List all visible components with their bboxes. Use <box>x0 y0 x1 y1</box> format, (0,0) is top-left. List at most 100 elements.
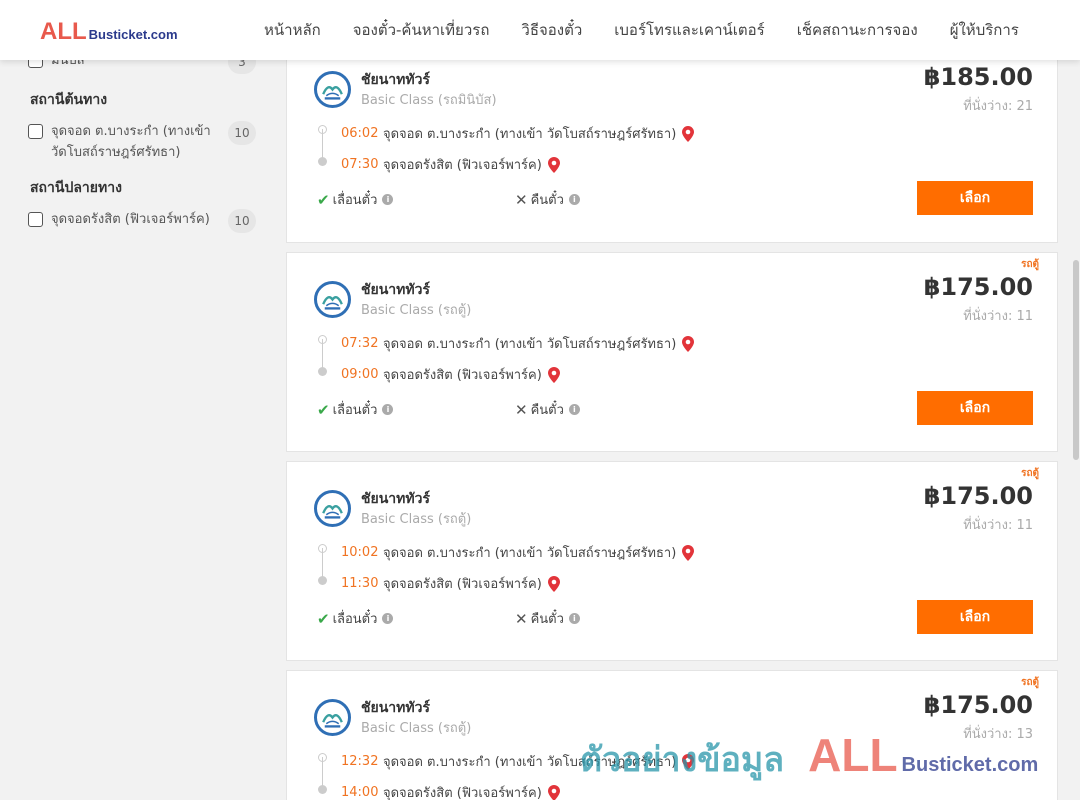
select-trip-button[interactable]: เลือก <box>917 391 1033 425</box>
count-badge: 10 <box>228 209 256 233</box>
map-pin-icon[interactable] <box>547 784 560 800</box>
select-trip-button[interactable]: เลือก <box>917 600 1033 634</box>
bus-class: Basic Class (รถตู้) <box>361 512 472 527</box>
filter-dest-item[interactable]: จุดจอดรังสิต (ฟิวเจอร์พาร์ค) 10 <box>28 209 256 233</box>
operator-name: ชัยนาททัวร์ <box>361 491 430 507</box>
seats-available: ที่นั่งว่าง: 13 <box>963 727 1033 742</box>
filter-checkbox[interactable] <box>28 212 43 227</box>
arrival-dot <box>318 785 327 794</box>
map-pin-icon[interactable] <box>682 125 695 142</box>
arrival-dot <box>318 157 327 166</box>
arrival-time: 09:00 <box>341 367 379 382</box>
arrival-dot <box>318 367 327 376</box>
nav-operators[interactable]: ผู้ให้บริการ <box>934 18 1035 42</box>
trip-price: ฿175.00 <box>923 691 1033 719</box>
refund-label: คืนตั๋ว <box>530 612 564 627</box>
trip-card: รถตู้ ชัยนาททัวร์ Basic Class (รถตู้) ฿1… <box>286 461 1058 661</box>
filter-origin-item[interactable]: จุดจอด ต.บางระกำ (ทางเข้า วัดโบสถ์ราษฎร์… <box>28 121 256 163</box>
trip-price: ฿185.00 <box>923 63 1033 91</box>
reschedule-policy: ✔ เลื่อนตั๋ว i <box>317 189 394 210</box>
site-logo[interactable]: ALL Busticket.com <box>40 18 178 46</box>
bus-class: Basic Class (รถตู้) <box>361 303 472 318</box>
departure-stop: 06:02 จุดจอด ต.บางระกำ (ทางเข้า วัดโบสถ์… <box>341 123 695 144</box>
trip-price: ฿175.00 <box>923 482 1033 510</box>
departure-time: 10:02 <box>341 545 379 560</box>
reschedule-label: เลื่อนตั๋ว <box>332 612 378 627</box>
logo-busticket-text: Busticket.com <box>88 27 178 42</box>
page-scrollbar[interactable] <box>1072 60 1080 800</box>
departure-stop: 10:02 จุดจอด ต.บางระกำ (ทางเข้า วัดโบสถ์… <box>341 542 695 563</box>
nav-book-search[interactable]: จองตั๋ว-ค้นหาเที่ยวรถ <box>337 18 506 42</box>
filter-label: จุดจอด ต.บางระกำ (ทางเข้า วัดโบสถ์ราษฎร์… <box>51 124 211 160</box>
operator-name: ชัยนาททัวร์ <box>361 700 430 716</box>
refund-policy: ✕ คืนตั๋ว i <box>515 189 580 210</box>
arrival-place: จุดจอดรังสิต (ฟิวเจอร์พาร์ค) <box>383 368 542 383</box>
select-trip-button[interactable]: เลือก <box>917 181 1033 215</box>
refund-label: คืนตั๋ว <box>530 193 564 208</box>
map-pin-icon[interactable] <box>682 544 695 561</box>
top-header: ALL Busticket.com หน้าหลัก จองตั๋ว-ค้นหา… <box>0 0 1080 60</box>
departure-stop: 07:32 จุดจอด ต.บางระกำ (ทางเข้า วัดโบสถ์… <box>341 333 695 354</box>
filter-label: จุดจอดรังสิต (ฟิวเจอร์พาร์ค) <box>51 212 210 227</box>
reschedule-label: เลื่อนตั๋ว <box>332 193 378 208</box>
bus-class: Basic Class (รถตู้) <box>361 721 472 736</box>
seats-available: ที่นั่งว่าง: 21 <box>963 99 1033 114</box>
arrival-place: จุดจอดรังสิต (ฟิวเจอร์พาร์ค) <box>383 786 542 800</box>
operator-logo <box>314 281 351 318</box>
main-nav: หน้าหลัก จองตั๋ว-ค้นหาเที่ยวรถ วิธีจองตั… <box>248 0 1035 60</box>
refund-label: คืนตั๋ว <box>530 403 564 418</box>
check-icon: ✔ <box>317 400 330 419</box>
refund-policy: ✕ คืนตั๋ว i <box>515 399 580 420</box>
map-pin-icon[interactable] <box>547 366 560 383</box>
check-icon: ✔ <box>317 190 330 209</box>
filter-checkbox[interactable] <box>28 124 43 139</box>
departure-place: จุดจอด ต.บางระกำ (ทางเข้า วัดโบสถ์ราษฎร์… <box>383 337 677 352</box>
departure-place: จุดจอด ต.บางระกำ (ทางเข้า วัดโบสถ์ราษฎร์… <box>383 755 677 770</box>
departure-time: 06:02 <box>341 126 379 141</box>
arrival-dot <box>318 576 327 585</box>
scrollbar-thumb[interactable] <box>1073 260 1079 460</box>
info-icon[interactable]: i <box>568 613 580 624</box>
info-icon[interactable]: i <box>382 404 394 415</box>
arrival-stop: 07:30 จุดจอดรังสิต (ฟิวเจอร์พาร์ค) <box>341 154 560 175</box>
nav-home[interactable]: หน้าหลัก <box>248 18 337 42</box>
departure-time: 12:32 <box>341 754 379 769</box>
refund-policy: ✕ คืนตั๋ว i <box>515 608 580 629</box>
arrival-place: จุดจอดรังสิต (ฟิวเจอร์พาร์ค) <box>383 577 542 592</box>
info-icon[interactable]: i <box>382 194 394 205</box>
info-icon[interactable]: i <box>568 194 580 205</box>
arrival-stop: 09:00 จุดจอดรังสิต (ฟิวเจอร์พาร์ค) <box>341 364 560 385</box>
departure-place: จุดจอด ต.บางระกำ (ทางเข้า วัดโบสถ์ราษฎร์… <box>383 127 677 142</box>
arrival-place: จุดจอดรังสิต (ฟิวเจอร์พาร์ค) <box>383 158 542 173</box>
reschedule-policy: ✔ เลื่อนตั๋ว i <box>317 399 394 420</box>
departure-time: 07:32 <box>341 336 379 351</box>
map-pin-icon[interactable] <box>547 156 560 173</box>
map-pin-icon[interactable] <box>682 753 695 770</box>
filter-sidebar: มินิบัส 3 สถานีต้นทาง จุดจอด ต.บางระกำ (… <box>28 44 256 240</box>
origin-filter-title: สถานีต้นทาง <box>30 92 108 108</box>
arrival-time: 07:30 <box>341 157 379 172</box>
arrival-time: 14:00 <box>341 785 379 800</box>
info-icon[interactable]: i <box>382 613 394 624</box>
dest-filter-title: สถานีปลายทาง <box>30 180 122 196</box>
trip-card: ชัยนาททัวร์ Basic Class (รถมินิบัส) ฿185… <box>286 50 1058 243</box>
info-icon[interactable]: i <box>568 404 580 415</box>
count-badge: 10 <box>228 121 256 145</box>
cross-icon: ✕ <box>515 190 528 209</box>
map-pin-icon[interactable] <box>547 575 560 592</box>
nav-contact-counters[interactable]: เบอร์โทรและเคาน์เตอร์ <box>598 18 780 42</box>
trip-price: ฿175.00 <box>923 273 1033 301</box>
map-pin-icon[interactable] <box>682 335 695 352</box>
cross-icon: ✕ <box>515 609 528 628</box>
arrival-stop: 11:30 จุดจอดรังสิต (ฟิวเจอร์พาร์ค) <box>341 573 560 594</box>
trip-card: รถตู้ ชัยนาททัวร์ Basic Class (รถตู้) ฿1… <box>286 670 1058 800</box>
operator-logo <box>314 699 351 736</box>
trip-card: รถตู้ ชัยนาททัวร์ Basic Class (รถตู้) ฿1… <box>286 252 1058 452</box>
logo-all-text: ALL <box>40 18 87 45</box>
nav-check-booking[interactable]: เช็คสถานะการจอง <box>781 18 934 42</box>
operator-name: ชัยนาททัวร์ <box>361 72 430 88</box>
operator-name: ชัยนาททัวร์ <box>361 282 430 298</box>
arrival-time: 11:30 <box>341 576 379 591</box>
nav-how-to-book[interactable]: วิธีจองตั๋ว <box>505 18 598 42</box>
vehicle-tag: รถตู้ <box>1021 259 1039 270</box>
